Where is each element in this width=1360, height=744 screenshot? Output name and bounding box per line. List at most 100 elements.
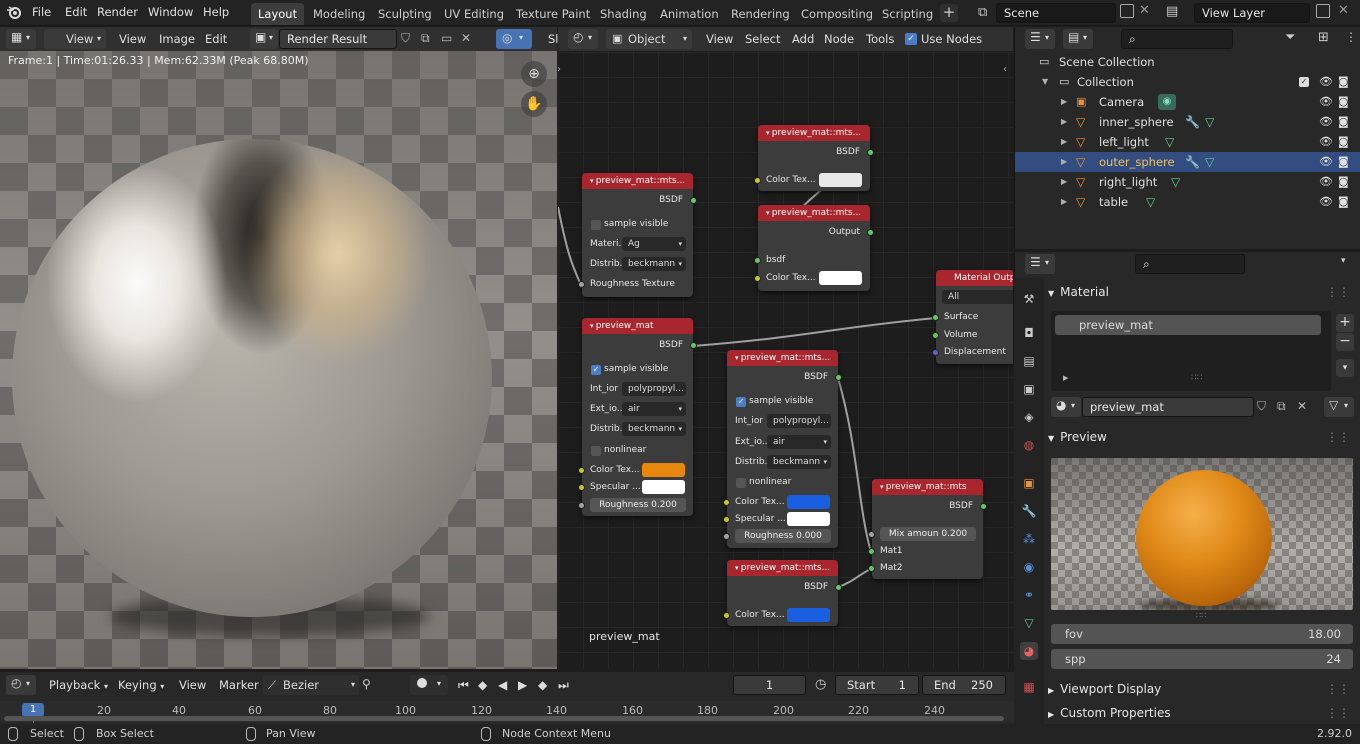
particles-tab-icon[interactable]: ⁂	[1020, 530, 1038, 548]
socket-surface[interactable]	[932, 314, 939, 321]
unlink-image-icon[interactable]: ✕	[461, 31, 471, 45]
socket-output[interactable]	[835, 374, 842, 381]
view-mode-dropdown[interactable]: View ▾	[44, 29, 106, 49]
material-name-field[interactable]: preview_mat	[1082, 397, 1254, 417]
properties-search-input[interactable]: ⌕	[1135, 254, 1245, 274]
mesh-data-icon[interactable]: ▽	[1165, 132, 1174, 152]
slot-label[interactable]: Sl	[548, 32, 559, 46]
sample-visible-checkbox[interactable]: ✓	[736, 397, 746, 407]
view-layer-icon[interactable]: ▤	[1166, 4, 1178, 19]
render-camera-icon[interactable]: ◙	[1338, 192, 1349, 212]
socket-specular[interactable]	[578, 484, 585, 491]
menu-window[interactable]: Window	[148, 5, 193, 19]
duplicate-image-icon[interactable]: ⧉	[421, 31, 430, 46]
properties-type-button[interactable]: ☰ ▾	[1025, 254, 1055, 274]
int-ior-dropdown[interactable]: polypropyl...	[622, 382, 686, 396]
nonlinear-checkbox[interactable]	[591, 446, 601, 456]
node-menu-view[interactable]: View	[706, 32, 733, 46]
new-collection-icon[interactable]: ⊞	[1318, 30, 1329, 45]
timeline-type-button[interactable]: ◴ ▾	[6, 675, 36, 695]
view-layer-tab-icon[interactable]: ▣	[1020, 380, 1038, 398]
socket-output[interactable]	[867, 149, 874, 156]
color-swatch-blue[interactable]	[787, 608, 830, 622]
menu-help[interactable]: Help	[203, 5, 229, 19]
tab-sculpting[interactable]: Sculpting	[371, 3, 439, 25]
socket-displacement[interactable]	[932, 349, 939, 356]
browse-material-button[interactable]: ◕ ▾	[1051, 397, 1081, 417]
preview-resize-grip-icon[interactable]: ∷∷	[1196, 611, 1206, 620]
socket-output[interactable]	[835, 584, 842, 591]
specular-swatch[interactable]	[642, 480, 685, 494]
spp-field[interactable]: spp 24	[1051, 649, 1353, 669]
editor-type-button[interactable]: ▦ ▾	[6, 29, 36, 49]
visibility-eye-icon[interactable]: 👁	[1319, 192, 1333, 212]
play-icon[interactable]: ▶	[518, 678, 527, 692]
jump-start-icon[interactable]: ⏮	[458, 678, 469, 693]
node-header[interactable]: ▾ preview_mat::mts...	[758, 205, 870, 221]
tab-animation[interactable]: Animation	[653, 3, 726, 25]
prev-keyframe-icon[interactable]: ◆	[478, 678, 487, 692]
sample-visible-checkbox[interactable]	[591, 220, 601, 230]
tab-scripting[interactable]: Scripting	[875, 3, 940, 25]
filter-icon[interactable]: ⏷	[1285, 30, 1295, 45]
roughness-slider[interactable]: Roughness 0.000	[735, 529, 831, 543]
modifier-tab-icon[interactable]: 🔧	[1020, 502, 1038, 520]
socket-output[interactable]	[980, 503, 987, 510]
outliner-item-table[interactable]: ▶ ▽ table ▽ 👁 ◙	[1015, 192, 1360, 212]
outliner-item-camera[interactable]: ▶ ▣ Camera ◉ 👁 ◙	[1015, 92, 1360, 112]
scene-field[interactable]: Scene	[996, 3, 1116, 23]
socket-color-tex[interactable]	[754, 177, 761, 184]
ext-ior-dropdown[interactable]: air ▾	[622, 402, 686, 416]
distrib-dropdown[interactable]: beckmann ▾	[767, 455, 831, 469]
node-menu-add[interactable]: Add	[792, 32, 814, 46]
display-mode-button[interactable]: ▤ ▾	[1063, 29, 1093, 49]
new-view-layer-icon[interactable]	[1316, 4, 1330, 18]
socket-output[interactable]	[867, 229, 874, 236]
close-view-layer-icon[interactable]: ✕	[1338, 3, 1349, 18]
node-header[interactable]: ▾ preview_mat::mts...	[727, 350, 838, 366]
socket-output[interactable]	[690, 197, 697, 204]
roughness-slider[interactable]: Roughness 0.200	[590, 498, 686, 512]
display-channels-button[interactable]: ◎ ▾	[496, 29, 532, 49]
playhead[interactable]: 1	[22, 703, 44, 717]
tab-compositing[interactable]: Compositing	[794, 3, 880, 25]
material-dropdown[interactable]: Ag ▾	[622, 237, 686, 251]
tab-shading[interactable]: Shading	[593, 3, 654, 25]
render-camera-icon[interactable]: ◙	[1338, 132, 1349, 152]
world-tab-icon[interactable]: ◍	[1020, 436, 1038, 454]
render-camera-icon[interactable]: ◙	[1338, 152, 1349, 172]
material-panel-header[interactable]: ▼ Material ⋮⋮	[1048, 282, 1354, 302]
visibility-eye-icon[interactable]: 👁	[1319, 152, 1333, 172]
socket-mat1[interactable]	[868, 548, 875, 555]
menu-playback[interactable]: Playback ▾	[49, 678, 108, 692]
data-tab-icon[interactable]: ▽	[1020, 614, 1038, 632]
outliner-type-button[interactable]: ☰ ▾	[1025, 29, 1055, 49]
visibility-eye-icon[interactable]: 👁	[1319, 72, 1333, 92]
outliner-item-right-light[interactable]: ▶ ▽ right_light ▽ 👁 ◙	[1015, 172, 1360, 192]
distrib-dropdown[interactable]: beckmann ▾	[622, 422, 686, 436]
outliner-scene-collection[interactable]: ▭ Scene Collection	[1015, 52, 1360, 72]
render-camera-icon[interactable]: ◙	[1338, 112, 1349, 132]
next-keyframe-icon[interactable]: ◆	[538, 678, 547, 692]
add-workspace-button[interactable]: +	[940, 4, 958, 22]
socket-specular[interactable]	[723, 516, 730, 523]
image-browse-button[interactable]: ▣ ▾	[250, 29, 278, 49]
preview-panel-header[interactable]: ▼ Preview ⋮⋮	[1048, 427, 1354, 447]
view-layer-field[interactable]: View Layer	[1194, 3, 1310, 23]
node-header[interactable]: ▾ preview_mat::mts...	[582, 173, 693, 189]
socket-output[interactable]	[690, 342, 697, 349]
color-swatch[interactable]	[819, 173, 862, 187]
render-camera-icon[interactable]: ◙	[1338, 92, 1349, 112]
modifier-wrench-icon[interactable]: 🔧	[1185, 152, 1200, 172]
open-image-icon[interactable]: ▭	[441, 31, 452, 45]
exclude-checkbox[interactable]: ✓	[1299, 77, 1309, 87]
fov-field[interactable]: fov 18.00	[1051, 624, 1353, 644]
remove-material-slot-button[interactable]: −	[1336, 333, 1354, 351]
tab-texture-paint[interactable]: Texture Paint	[509, 3, 597, 25]
preview-range-clock-icon[interactable]: ◷	[815, 677, 826, 692]
img-menu-view[interactable]: View	[119, 32, 146, 46]
visibility-eye-icon[interactable]: 👁	[1319, 172, 1333, 192]
image-name-field[interactable]: Render Result	[279, 29, 397, 49]
properties-options-chevron-icon[interactable]: ▾	[1341, 256, 1346, 266]
node-menu-node[interactable]: Node	[824, 32, 854, 46]
